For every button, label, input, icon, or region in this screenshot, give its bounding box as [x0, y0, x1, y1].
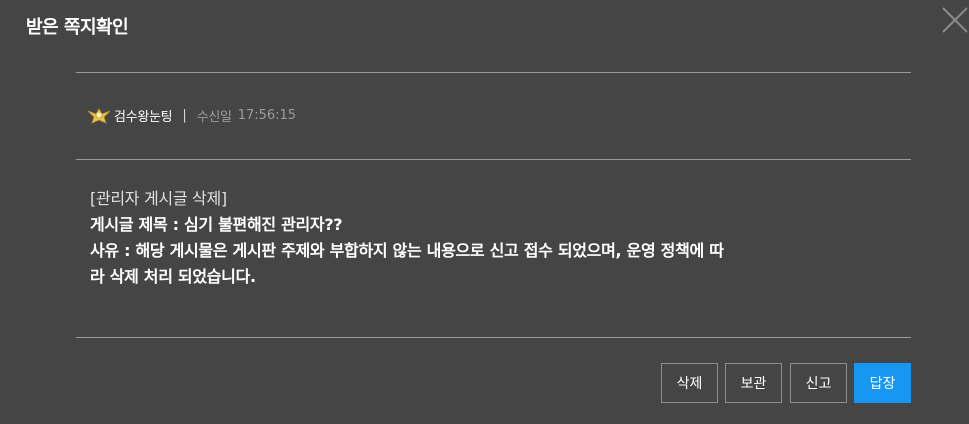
message-body: [관리자 게시글 삭제] 게시글 제목 : 심기 불편해진 관리자?? 사유 :…	[90, 186, 900, 290]
delete-button[interactable]: 삭제	[661, 363, 718, 403]
message-line: 사유 : 해당 게시물은 게시판 주제와 부합하지 않는 내용으로 신고 접수 …	[90, 241, 724, 260]
message-line: [관리자 게시글 삭제]	[90, 189, 227, 208]
dialog-title: 받은 쪽지확인	[26, 17, 129, 38]
received-time: 17:56:15	[237, 107, 297, 123]
message-dialog: 받은 쪽지확인 검수왕눈팅 | 수신일 17:56:15 [관리자 게시글 삭제…	[0, 0, 969, 424]
sender-name[interactable]: 검수왕눈팅	[114, 106, 173, 125]
message-meta: 검수왕눈팅 | 수신일 17:56:15	[87, 105, 297, 125]
reply-button[interactable]: 답장	[854, 363, 911, 403]
message-line: 라 삭제 처리 되었습니다.	[90, 267, 256, 286]
divider-bottom	[76, 337, 911, 338]
save-button[interactable]: 보관	[725, 363, 782, 403]
message-line: 게시글 제목 : 심기 불편해진 관리자??	[90, 215, 343, 234]
divider-middle	[76, 159, 911, 160]
received-label: 수신일	[196, 109, 232, 125]
meta-separator: |	[182, 107, 187, 123]
close-icon[interactable]	[941, 6, 969, 34]
report-button[interactable]: 신고	[790, 363, 847, 403]
rank-badge-icon	[87, 105, 111, 125]
divider-top	[76, 72, 911, 73]
